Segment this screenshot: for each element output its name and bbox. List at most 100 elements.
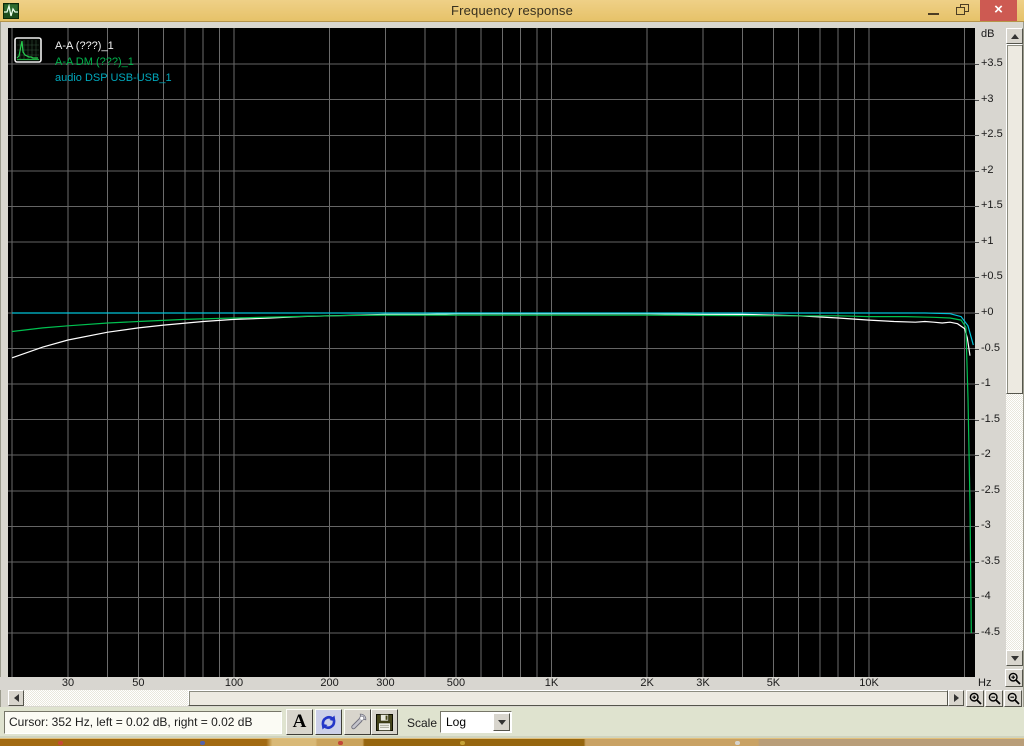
y-axis-tick-mark <box>975 170 979 172</box>
y-axis-tick-label: -2.5 <box>981 483 1000 496</box>
y-axis-tick-label: -1 <box>981 377 991 390</box>
minimize-button[interactable] <box>918 0 948 21</box>
x-axis-tick-label: 300 <box>376 677 395 689</box>
window-title: Frequency response <box>450 3 574 18</box>
zoom-out-vertical-button[interactable] <box>1004 690 1022 707</box>
x-axis-tick-label: 500 <box>446 677 466 689</box>
y-axis-tick-label: -2 <box>981 448 991 461</box>
refresh-button[interactable] <box>315 709 342 735</box>
magnifier-plus-icon <box>1008 672 1021 685</box>
y-axis-tick-label: +0.5 <box>981 270 1003 283</box>
taskbar-icon <box>735 741 740 745</box>
chevron-down-icon <box>497 719 506 725</box>
legend-series-1: A-A (???)_1 <box>55 40 114 52</box>
x-axis-tick-label: 1K <box>544 677 559 689</box>
y-axis-tick-label: -4.5 <box>981 625 1000 638</box>
y-axis-tick-label: +1 <box>981 234 994 247</box>
y-axis-tick-mark <box>975 526 979 528</box>
y-axis-tick-mark <box>975 419 979 421</box>
x-axis-tick-label: 100 <box>224 677 244 689</box>
y-axis-panel: dB +3.5 +3 +2.5 +2 +1.5 +1 +0.5 +0 -0.5 -1 -1.5 -2 -… <box>975 23 1006 677</box>
zoom-in-horizontal-button[interactable] <box>966 690 984 707</box>
scale-combobox[interactable]: Log <box>440 711 512 733</box>
legend-series-2: A-A DM (???)_1 <box>55 56 134 68</box>
cursor-status-box: Cursor: 352 Hz, left = 0.02 dB, right = … <box>4 711 282 734</box>
x-axis-tick-label: 50 <box>132 677 145 689</box>
y-axis-tick-label: -3.5 <box>981 554 1000 567</box>
y-axis-tick-mark <box>975 561 979 563</box>
vertical-scrollbar-thumb[interactable] <box>1006 44 1023 394</box>
scroll-down-button[interactable] <box>1006 650 1023 666</box>
combo-dropdown-button[interactable] <box>493 713 510 731</box>
y-axis-tick-mark <box>975 348 979 350</box>
refresh-icon <box>321 715 336 729</box>
y-axis-tick-label: +0 <box>981 306 994 318</box>
x-axis-tick-label: 3K <box>696 677 710 689</box>
titlebar: Frequency response × <box>0 0 1024 22</box>
taskbar-icon <box>338 741 343 745</box>
y-axis-tick-mark <box>975 632 979 634</box>
legend-series-3: audio DSP USB-USB_1 <box>55 72 172 84</box>
y-axis-tick-mark <box>975 99 979 101</box>
y-axis-tick-mark <box>975 277 979 279</box>
y-axis-tick-mark <box>975 135 979 137</box>
taskbar-icon <box>200 741 205 745</box>
font-button[interactable]: A <box>286 709 313 735</box>
x-axis-tick-label: 30 <box>61 677 75 689</box>
y-axis-unit-label: dB <box>981 28 995 40</box>
y-axis-tick-label: -4 <box>981 590 991 603</box>
taskbar-icon <box>58 741 63 745</box>
x-axis-tick-label: 2K <box>640 677 654 689</box>
zoom-out-horizontal-button[interactable] <box>985 690 1003 707</box>
y-axis-tick-label: +2 <box>981 163 994 176</box>
y-axis-tick-mark <box>975 64 979 66</box>
taskbar-icon <box>460 741 465 745</box>
wrench-icon <box>350 713 366 730</box>
horizontal-scrollbar-thumb[interactable] <box>188 690 948 706</box>
scroll-right-button[interactable] <box>948 690 964 706</box>
vertical-scrollbar[interactable] <box>1006 28 1023 666</box>
y-axis-tick-label: +3.5 <box>981 57 1003 70</box>
y-axis-tick-label: +3 <box>981 92 994 105</box>
frequency-response-plot[interactable]: A-A (???)_1 A-A DM (???)_1 audio DSP USB… <box>8 28 975 677</box>
y-axis-tick-label: +2.5 <box>981 128 1003 141</box>
y-axis-tick-mark <box>975 490 979 492</box>
horizontal-scrollbar[interactable] <box>8 690 964 706</box>
spectrum-thumbnail-icon[interactable] <box>14 37 42 63</box>
y-axis-tick-mark <box>975 313 979 314</box>
taskbar[interactable] <box>0 738 1024 746</box>
plot-canvas <box>8 28 975 677</box>
y-axis-tick-mark <box>975 455 979 457</box>
settings-button[interactable] <box>344 709 371 735</box>
magnifier-minus-icon <box>988 692 1001 705</box>
x-axis-tick-label: 5K <box>766 677 781 689</box>
y-axis-tick-label: +1.5 <box>981 199 1003 212</box>
save-button[interactable] <box>371 709 398 735</box>
x-axis-tick-label: 10K <box>859 677 879 689</box>
x-axis-panel: Hz 30 50 100 200 300 500 1K 2K 3K 5K 10K <box>0 677 1006 690</box>
arrow-up-icon <box>1010 33 1019 39</box>
x-axis-tick-label: 200 <box>320 677 339 689</box>
close-button[interactable]: × <box>980 0 1017 21</box>
scroll-up-button[interactable] <box>1006 28 1023 44</box>
scroll-left-button[interactable] <box>8 690 24 706</box>
y-axis-tick-mark <box>975 241 979 243</box>
arrow-left-icon <box>13 694 19 702</box>
y-axis-tick-mark <box>975 597 979 599</box>
y-axis-tick-mark <box>975 384 979 386</box>
arrow-right-icon <box>953 694 959 702</box>
magnifier-minus-icon <box>1007 692 1020 705</box>
y-axis-tick-label: -0.5 <box>981 341 1000 354</box>
scale-selected-value: Log <box>446 715 467 729</box>
magnifier-plus-icon <box>969 692 982 705</box>
arrow-down-icon <box>1010 655 1019 661</box>
scale-label: Scale <box>407 716 438 730</box>
x-axis-unit-label: Hz <box>978 677 992 689</box>
y-axis-tick-label: -1.5 <box>981 412 1000 425</box>
zoom-in-vertical-button[interactable] <box>1005 669 1023 687</box>
restore-button[interactable] <box>948 0 976 21</box>
y-axis-tick-label: -3 <box>981 519 991 532</box>
minimize-icon <box>928 13 939 15</box>
save-floppy-icon <box>376 713 393 731</box>
y-axis-tick-mark <box>975 206 979 208</box>
